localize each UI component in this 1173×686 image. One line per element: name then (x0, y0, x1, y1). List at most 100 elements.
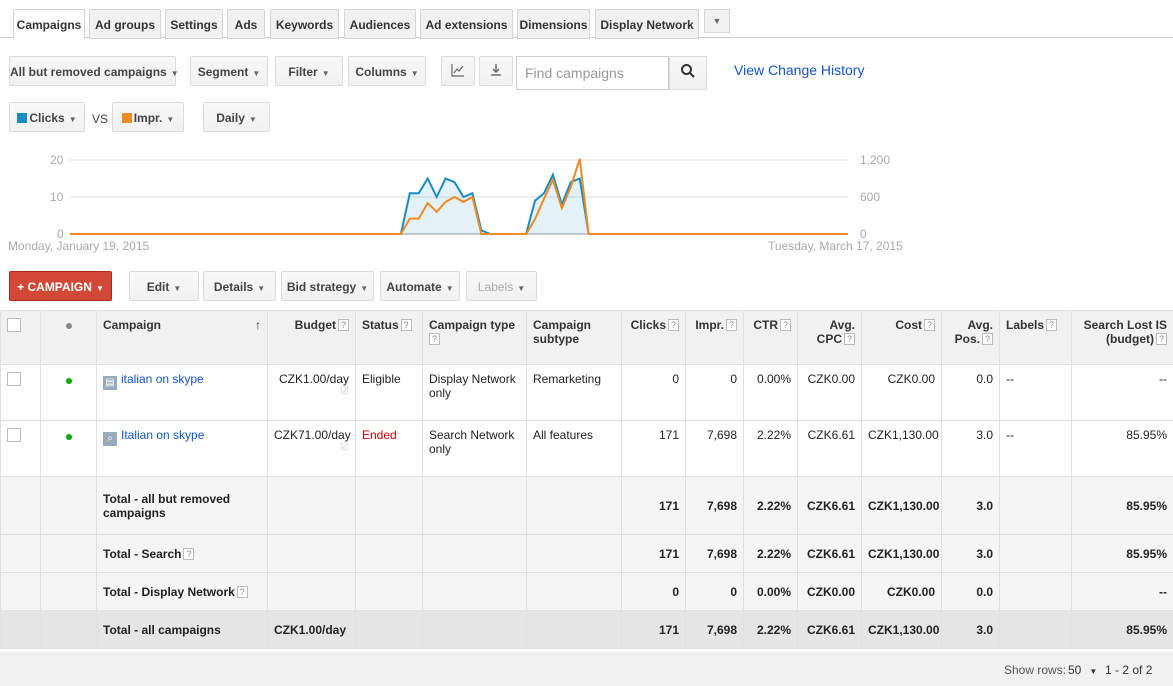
row-checkbox[interactable] (7, 428, 21, 442)
total-label-cell: Total - all but removed campaigns (96, 476, 268, 535)
total-pos-cell: 3.0 (941, 534, 1000, 573)
chevron-down-icon: ▼ (445, 284, 454, 293)
search-lost-header[interactable]: Search Lost IS (budget)? (1071, 310, 1173, 365)
ctr-header[interactable]: CTR? (743, 310, 798, 365)
impr-header[interactable]: Impr.? (685, 310, 744, 365)
chevron-down-icon: ▼ (257, 284, 266, 293)
display-campaign-icon: ▤ (103, 376, 117, 390)
campaign-type-header[interactable]: Campaign type? (422, 310, 527, 365)
campaign-header[interactable]: Campaign ↑ (96, 310, 268, 365)
help-icon[interactable]: ? (726, 319, 737, 331)
status-header[interactable]: Status? (355, 310, 423, 365)
avg-cpc-header[interactable]: Avg. CPC? (797, 310, 862, 365)
status-cell: Ended (355, 420, 423, 477)
help-icon[interactable]: ? (338, 319, 349, 331)
tab-audiences[interactable]: Audiences (344, 9, 416, 39)
more-tabs-button[interactable]: ▼ (704, 9, 730, 33)
filter-dropdown[interactable]: Filter ▼ (275, 56, 343, 86)
tab-ad-groups[interactable]: Ad groups (89, 9, 161, 39)
budget-header[interactable]: Budget? (267, 310, 356, 365)
toggle-graph-button[interactable] (441, 56, 475, 86)
segment-dropdown[interactable]: Segment ▼ (190, 56, 268, 86)
chevron-down-icon: ▼ (170, 69, 179, 78)
help-icon[interactable]: ? (183, 547, 195, 560)
campaign-link[interactable]: Italian on skype (121, 428, 204, 442)
help-icon[interactable]: ? (780, 319, 791, 331)
avg-pos-header[interactable]: Avg. Pos.? (941, 310, 1000, 365)
budget-edit-icon[interactable]: ☑ (274, 442, 349, 453)
empty-cell (422, 572, 527, 611)
tab-ad-extensions[interactable]: Ad extensions (420, 9, 513, 39)
row-checkbox[interactable] (7, 372, 21, 386)
rows-per-page-select[interactable]: 50 ▼ (1068, 663, 1097, 677)
budget-cell[interactable]: CZK1.00/day ☑ (267, 364, 356, 421)
metric1-dropdown[interactable]: Clicks ▼ (9, 102, 85, 132)
automate-dropdown[interactable]: Automate ▼ (380, 271, 460, 301)
help-icon[interactable]: ? (982, 333, 993, 345)
campaign-scope-dropdown[interactable]: All but removed campaigns ▼ (9, 56, 179, 86)
labels-header[interactable]: Labels? (999, 310, 1072, 365)
ctr-cell: 2.22% (743, 420, 798, 477)
select-all-checkbox[interactable] (7, 318, 21, 332)
campaign-type-cell: Search Network only (422, 420, 527, 477)
total-clicks-cell: 171 (621, 534, 686, 573)
enabled-status-dot[interactable] (65, 378, 72, 384)
empty-cell (0, 572, 41, 611)
search-campaign-icon: ⌕ (103, 432, 117, 446)
search-button[interactable] (669, 56, 707, 90)
help-icon[interactable]: ? (1156, 333, 1167, 345)
pagination-bar: Show rows: 50 ▼ 1 - 2 of 2 (0, 652, 1173, 686)
details-label: Details (213, 280, 254, 294)
period-dropdown[interactable]: Daily ▼ (203, 102, 270, 132)
download-button[interactable] (479, 56, 513, 86)
budget-cell[interactable]: CZK71.00/day ☑ (267, 420, 356, 477)
y-right-tick-1200: 1,200 (860, 153, 891, 167)
clicks-area (70, 174, 848, 234)
metric2-dropdown[interactable]: Impr. ▼ (112, 102, 184, 132)
bid-strategy-label: Bid strategy (286, 280, 357, 294)
campaign-subtype-header[interactable]: Campaign subtype (526, 310, 622, 365)
help-icon[interactable]: ? (1046, 319, 1058, 331)
status-dot-header (40, 310, 97, 365)
chevron-down-icon: ▼ (166, 115, 175, 124)
columns-dropdown[interactable]: Columns ▼ (348, 56, 426, 86)
labels-cell[interactable]: -- (999, 420, 1072, 477)
new-campaign-button[interactable]: + CAMPAIGN ▼ (9, 271, 112, 301)
help-icon[interactable]: ? (844, 333, 855, 345)
empty-cell (526, 610, 622, 649)
tab-campaigns[interactable]: Campaigns (13, 9, 85, 39)
help-icon[interactable]: ? (429, 333, 440, 345)
campaign-link[interactable]: italian on skype (121, 372, 204, 386)
vs-label: VS (92, 112, 109, 126)
total-ctr-cell: 0.00% (743, 572, 798, 611)
tab-ads[interactable]: Ads (227, 9, 265, 39)
help-icon[interactable]: ? (924, 319, 935, 331)
edit-dropdown[interactable]: Edit ▼ (129, 271, 199, 301)
search-input[interactable]: Find campaigns (516, 56, 669, 90)
labels-dropdown[interactable]: Labels ▼ (466, 271, 537, 301)
enabled-status-dot[interactable] (65, 434, 72, 440)
details-dropdown[interactable]: Details ▼ (203, 271, 276, 301)
chevron-down-icon: ▼ (410, 69, 419, 78)
total-pos-cell: 3.0 (941, 476, 1000, 535)
clicks-header[interactable]: Clicks? (621, 310, 686, 365)
view-change-history-link[interactable]: View Change History (734, 62, 864, 78)
help-icon[interactable]: ? (236, 585, 248, 598)
empty-cell (999, 534, 1072, 573)
bid-strategy-dropdown[interactable]: Bid strategy ▼ (281, 271, 374, 301)
labels-cell[interactable]: -- (999, 364, 1072, 421)
avg-cpc-cell: CZK6.61 (797, 420, 862, 477)
total-impr-cell: 7,698 (685, 610, 744, 649)
budget-edit-icon[interactable]: ☑ (274, 386, 349, 397)
tab-display-network[interactable]: Display Network (595, 9, 699, 39)
help-icon[interactable]: ? (668, 319, 679, 331)
tab-settings[interactable]: Settings (165, 9, 223, 39)
total-label: Total - Display Network (103, 584, 235, 599)
metric2-label: Impr. (133, 111, 163, 125)
show-rows-label: Show rows: (1004, 663, 1067, 677)
help-icon[interactable]: ? (400, 319, 412, 331)
tab-keywords[interactable]: Keywords (270, 9, 339, 39)
cost-header[interactable]: Cost? (861, 310, 942, 365)
budget-header-label: Budget (294, 318, 336, 332)
tab-dimensions[interactable]: Dimensions (517, 9, 590, 39)
